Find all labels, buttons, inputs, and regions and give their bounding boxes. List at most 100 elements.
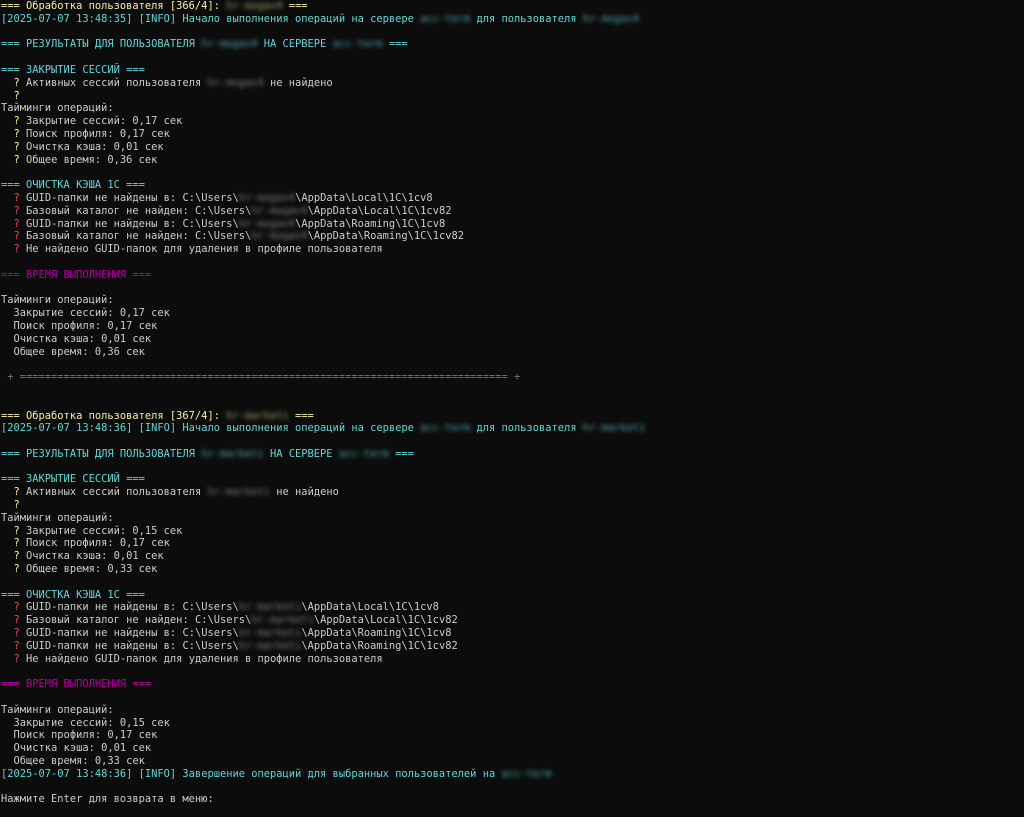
sessions-message: ? Активных сессий пользователя hr-mogav4… [1,77,1024,90]
user-header: === Обработка пользователя [367/4]: hr-m… [1,410,1024,423]
username-redacted: hr-mogav4 [251,230,308,243]
error-glyph: ? [13,627,20,640]
summary-close: Закрытие сессий: 0,15 сек [13,716,170,729]
sessions-msg-pre: Активных сессий пользователя [26,486,208,499]
timing-row: ? Очистка кэша: 0,01 сек [1,141,1024,154]
summary-cache: Очистка кэша: 0,01 сек [13,742,152,755]
status-glyph: ? [13,537,20,550]
cache-row: ? GUID-папки не найдены в: C:\Users\hr-m… [1,601,1024,614]
status-glyph: ? [13,524,20,537]
status-glyph: ? [13,76,20,89]
cache-msg: Не найдено GUID-папок для удаления в про… [26,652,383,665]
server-redacted: acc-term [420,422,471,435]
cache-msg-pre: GUID-папки не найдены в: C:\Users\ [26,601,239,614]
summary-profile: Поиск профиля: 0,17 сек [13,729,158,742]
terminal-window[interactable]: === Обработка пользователя [366/4]: hr-m… [0,0,1024,806]
summary-row: Общее время: 0,36 сек [1,346,1024,359]
timestamp: [2025-07-07 13:48:36] [1,767,133,780]
error-glyph: ? [13,614,20,627]
separator: + ======================================… [7,371,521,384]
cache-msg-post: \AppData\Roaming\1C\1cv8 [301,627,452,640]
username-redacted: hr-marketi [238,639,302,652]
summary-total: Общее время: 0,33 сек [13,755,145,768]
error-glyph: ? [13,639,20,652]
info-line: [2025-07-07 13:48:36] [INFO] Начало выпо… [1,422,1024,435]
info-mid: для пользователя [470,12,583,25]
status-glyph: ? [13,89,20,102]
cache-msg-pre: Базовый каталог не найден: C:\Users\ [26,614,252,627]
cache-row: ? Базовый каталог не найден: C:\Users\hr… [1,230,1024,243]
username-redacted: hr-mogav4 [582,12,640,25]
sessions-msg-post: не найдено [263,76,333,89]
server-redacted: acc-term [338,447,389,460]
summary-cache: Очистка кэша: 0,01 сек [13,332,152,345]
cache-msg-post: \AppData\Local\1C\1cv8 [295,191,433,204]
summary-profile: Поиск профиля: 0,17 сек [13,319,158,332]
cache-header: === ОЧИСТКА КЭША 1С === [1,588,145,601]
username-redacted: hr-marketi [238,627,302,640]
cache-row: ? GUID-папки не найдены в: C:\Users\hr-m… [1,192,1024,205]
glyph-line: ? [1,499,1024,512]
username-redacted: hr-mogav4 [238,191,296,204]
timings-title: Тайминги операций: [1,703,114,716]
error-glyph: ? [13,601,20,614]
error-glyph: ? [13,230,20,243]
username-redacted: hr-marketi [201,447,264,460]
timing-row: ? Поиск профиля: 0,17 сек [1,537,1024,550]
timing-row: ? Общее время: 0,36 сек [1,154,1024,167]
timing-close: Закрытие сессий: 0,15 сек [26,524,183,537]
timing-profile: Поиск профиля: 0,17 сек [26,537,170,550]
results-header: === РЕЗУЛЬТАТЫ ДЛЯ ПОЛЬЗОВАТЕЛЯ hr-mogav… [1,38,1024,51]
cache-row: ? Базовый каталог не найден: C:\Users\hr… [1,614,1024,627]
timing-profile: Поиск профиля: 0,17 сек [26,127,170,140]
status-glyph: ? [13,127,20,140]
timing-row: ? Поиск профиля: 0,17 сек [1,128,1024,141]
status-glyph: ? [13,486,20,499]
username-redacted: hr-marketi [582,422,646,435]
user-header-end: === [288,409,314,422]
timing-total: Общее время: 0,36 сек [26,153,158,166]
cache-header: === ОЧИСТКА КЭША 1С === [1,179,145,192]
cache-msg-pre: GUID-папки не найдены в: C:\Users\ [26,191,239,204]
summary-row: Общее время: 0,33 сек [1,755,1024,768]
timing-row: ? Очистка кэша: 0,01 сек [1,550,1024,563]
timing-row: ? Общее время: 0,33 сек [1,563,1024,576]
timing-cache: Очистка кэша: 0,01 сек [26,140,164,153]
timing-total: Общее время: 0,33 сек [26,563,158,576]
cache-msg-pre: Базовый каталог не найден: C:\Users\ [26,230,252,243]
separator-line: + ======================================… [1,371,1024,384]
enter-prompt[interactable]: Нажмите Enter для возврата в меню: [1,793,1024,806]
sessions-msg-post: не найдено [270,486,339,499]
error-glyph: ? [13,191,20,204]
info-mid: для пользователя [470,422,583,435]
glyph-line: ? [1,90,1024,103]
info-line: [2025-07-07 13:48:35] [INFO] Начало выпо… [1,13,1024,26]
timestamp: [2025-07-07 13:48:35] [1,12,133,25]
summary-row: Поиск профиля: 0,17 сек [1,320,1024,333]
username-redacted: hr-mogav4 [238,217,296,230]
cache-msg-post: \AppData\Local\1C\1cv8 [301,601,439,614]
status-glyph: ? [13,140,20,153]
timings-title: Тайминги операций: [1,511,114,524]
user-header-text: === Обработка пользователя [367/4]: [1,409,227,422]
cache-msg-post: \AppData\Local\1C\1cv82 [313,614,458,627]
cache-row: ? Не найдено GUID-папок для удаления в п… [1,243,1024,256]
timestamp: [2025-07-07 13:48:36] [1,422,133,435]
cache-row: ? GUID-папки не найдены в: C:\Users\hr-m… [1,218,1024,231]
results-end: === [388,447,414,460]
summary-row: Очистка кэша: 0,01 сек [1,742,1024,755]
time-header: === ВРЕМЯ ВЫПОЛНЕНИЯ === [1,268,152,281]
cache-msg-pre: GUID-папки не найдены в: C:\Users\ [26,627,239,640]
summary-total: Общее время: 0,36 сек [13,345,145,358]
